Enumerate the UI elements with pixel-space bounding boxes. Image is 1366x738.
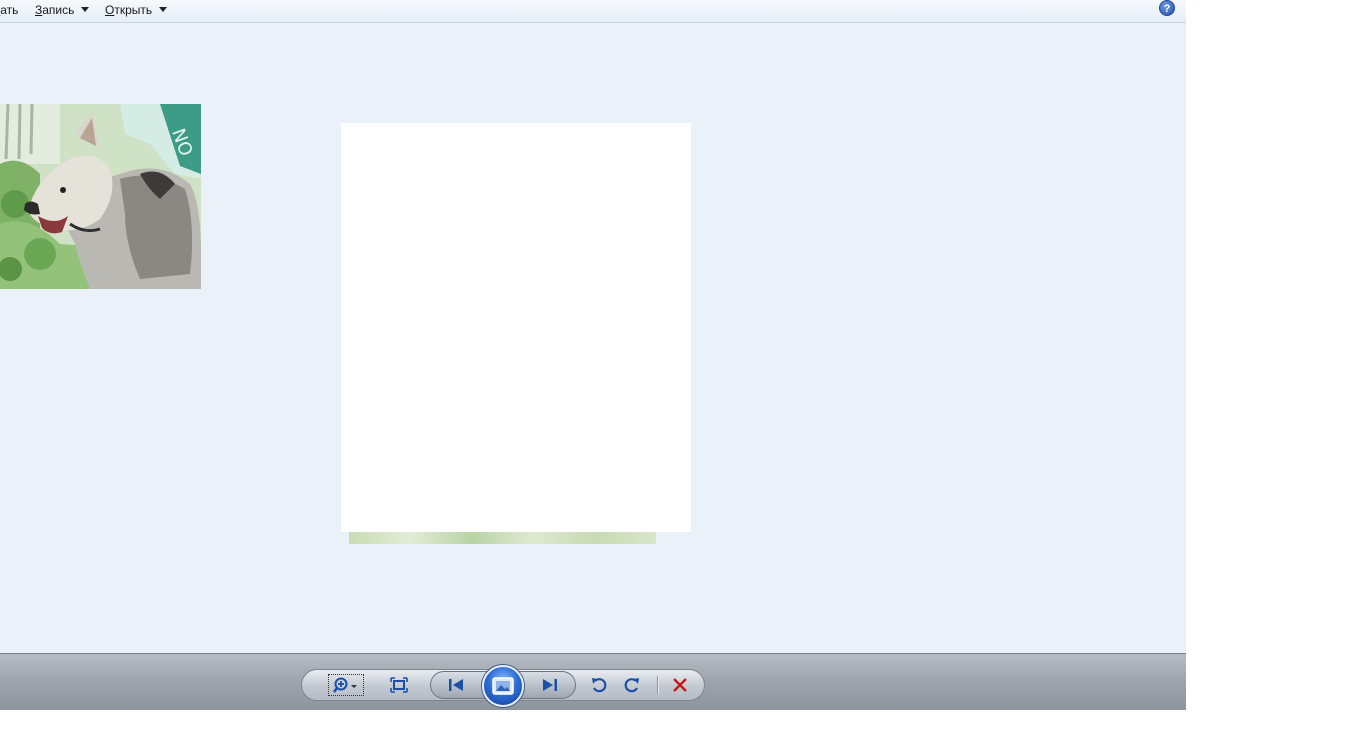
rotate-clockwise-button[interactable] [619,670,645,700]
menu-open-label: Открыть [105,3,153,17]
menu-print-label: чать [0,3,19,17]
chevron-down-icon [81,7,90,13]
blank-white-photo [341,123,691,532]
actual-size-button[interactable] [384,670,414,700]
fit-to-window-icon [390,677,408,693]
slideshow-button[interactable] [482,665,524,707]
previous-icon [447,678,465,692]
rotate-clockwise-icon [623,676,641,694]
image-viewing-area[interactable]: NO [0,23,1186,653]
menu-bar: чать Запись Открыть ? [0,0,1186,23]
next-button[interactable] [535,672,565,698]
photo-viewer-window: чать Запись Открыть ? NO [0,0,1186,710]
menu-burn-label: Запись [35,3,75,17]
help-icon[interactable]: ? [1159,0,1175,16]
toolbar-separator [657,676,658,694]
menu-burn[interactable]: Запись [35,2,90,18]
menu-print[interactable]: чать [0,2,18,18]
previous-button[interactable] [441,672,471,698]
chevron-down-icon [159,7,168,13]
playback-control-bar [0,653,1186,710]
next-icon [541,678,559,692]
dog-photo: NO [0,104,201,289]
menu-open[interactable]: Открыть [105,2,168,18]
zoom-button[interactable] [328,674,364,696]
slideshow-icon [492,677,514,695]
delete-icon [672,677,688,693]
rotate-counterclockwise-button[interactable] [586,670,612,700]
magnifier-zoom-icon [333,677,359,693]
rotate-counterclockwise-icon [590,676,608,694]
delete-button[interactable] [666,670,694,700]
partial-grass-photo [349,532,656,544]
control-pill [301,665,705,707]
